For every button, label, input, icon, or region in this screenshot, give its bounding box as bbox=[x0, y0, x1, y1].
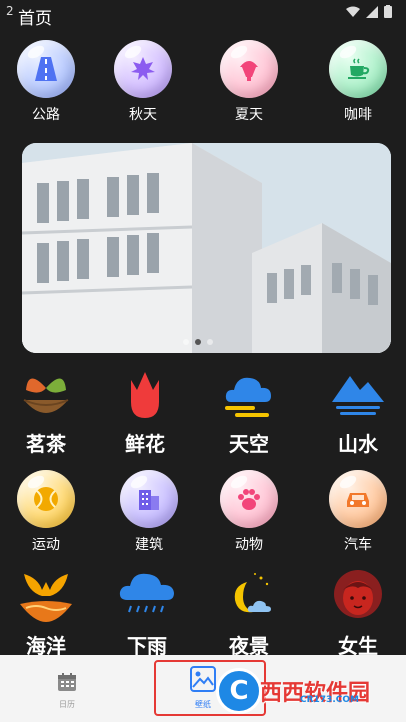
cloud-icon bbox=[225, 377, 271, 417]
rain-cloud-icon bbox=[119, 573, 174, 613]
category-sports[interactable]: 运动 bbox=[6, 470, 86, 554]
category-label: 天空 bbox=[229, 432, 269, 456]
coffee-cup-icon bbox=[348, 58, 370, 79]
tab-calendar[interactable]: 日历 bbox=[44, 655, 90, 722]
architecture-bubble bbox=[120, 470, 178, 528]
category-architecture[interactable]: 建筑 bbox=[109, 470, 189, 554]
category-label: 秋天 bbox=[129, 107, 157, 123]
status-icons bbox=[346, 5, 392, 18]
car-icon bbox=[347, 493, 369, 507]
category-ocean[interactable]: 海洋 bbox=[6, 568, 86, 659]
maple-leaf-icon bbox=[131, 57, 155, 80]
category-label: 夏天 bbox=[235, 107, 263, 123]
category-landscape[interactable]: 山水 bbox=[318, 366, 398, 457]
category-label: 山水 bbox=[338, 432, 378, 456]
category-label: 鲜花 bbox=[125, 432, 165, 456]
category-label: 动物 bbox=[235, 537, 263, 553]
mountain-water-icon bbox=[332, 376, 384, 415]
category-night[interactable]: 夜景 bbox=[209, 568, 289, 659]
category-rain[interactable]: 下雨 bbox=[107, 568, 187, 659]
category-summer[interactable]: 夏天 bbox=[209, 40, 289, 124]
tennis-ball-icon bbox=[34, 487, 58, 511]
tulip-icon bbox=[131, 372, 159, 418]
moon-night-icon bbox=[234, 573, 271, 613]
building-photo bbox=[22, 143, 391, 353]
category-sky[interactable]: 天空 bbox=[209, 366, 289, 457]
road-icon bbox=[35, 57, 57, 81]
paw-icon bbox=[238, 489, 260, 510]
tab-label: 日历 bbox=[59, 700, 75, 709]
watermark-cr-icon: C bbox=[216, 668, 262, 714]
building-icon bbox=[139, 490, 159, 510]
status-bar: 2 bbox=[0, 0, 406, 30]
sports-bubble bbox=[17, 470, 75, 528]
whale-tail-icon bbox=[20, 574, 72, 622]
girl-icon bbox=[334, 570, 382, 618]
calendar-icon bbox=[58, 673, 76, 691]
category-label: 汽车 bbox=[344, 537, 372, 553]
banner-carousel[interactable] bbox=[22, 143, 391, 353]
signal-icon bbox=[366, 5, 378, 18]
category-label: 咖啡 bbox=[344, 107, 372, 123]
category-autumn[interactable]: 秋天 bbox=[103, 40, 183, 124]
watermark-sub: CR173.COM bbox=[300, 695, 359, 705]
wifi-icon bbox=[346, 6, 360, 17]
category-label: 运动 bbox=[32, 537, 60, 553]
summer-bubble bbox=[220, 40, 278, 98]
pagination-dot-active[interactable] bbox=[195, 339, 201, 345]
category-cars[interactable]: 汽车 bbox=[318, 470, 398, 554]
pagination-dot[interactable] bbox=[207, 339, 213, 345]
status-time: 2 bbox=[6, 4, 14, 18]
ice-cream-icon bbox=[240, 61, 258, 81]
tea-sprout-icon bbox=[23, 378, 69, 413]
cars-bubble bbox=[329, 470, 387, 528]
category-label: 建筑 bbox=[135, 537, 163, 553]
autumn-bubble bbox=[114, 40, 172, 98]
banner-pagination bbox=[183, 339, 213, 345]
category-flower[interactable]: 鲜花 bbox=[105, 366, 185, 457]
coffee-bubble bbox=[329, 40, 387, 98]
battery-icon bbox=[384, 5, 392, 18]
page-title: 首页 bbox=[18, 9, 52, 29]
watermark-logo: C 西西软件园 bbox=[216, 668, 370, 714]
category-girls[interactable]: 女生 bbox=[318, 568, 398, 659]
road-bubble bbox=[17, 40, 75, 98]
category-coffee[interactable]: 咖啡 bbox=[318, 40, 398, 124]
category-label: 茗茶 bbox=[26, 432, 66, 456]
category-animals[interactable]: 动物 bbox=[209, 470, 289, 554]
category-tea[interactable]: 茗茶 bbox=[6, 366, 86, 457]
category-label: 公路 bbox=[32, 107, 60, 123]
category-road[interactable]: 公路 bbox=[6, 40, 86, 124]
pagination-dot[interactable] bbox=[183, 339, 189, 345]
animals-bubble bbox=[220, 470, 278, 528]
